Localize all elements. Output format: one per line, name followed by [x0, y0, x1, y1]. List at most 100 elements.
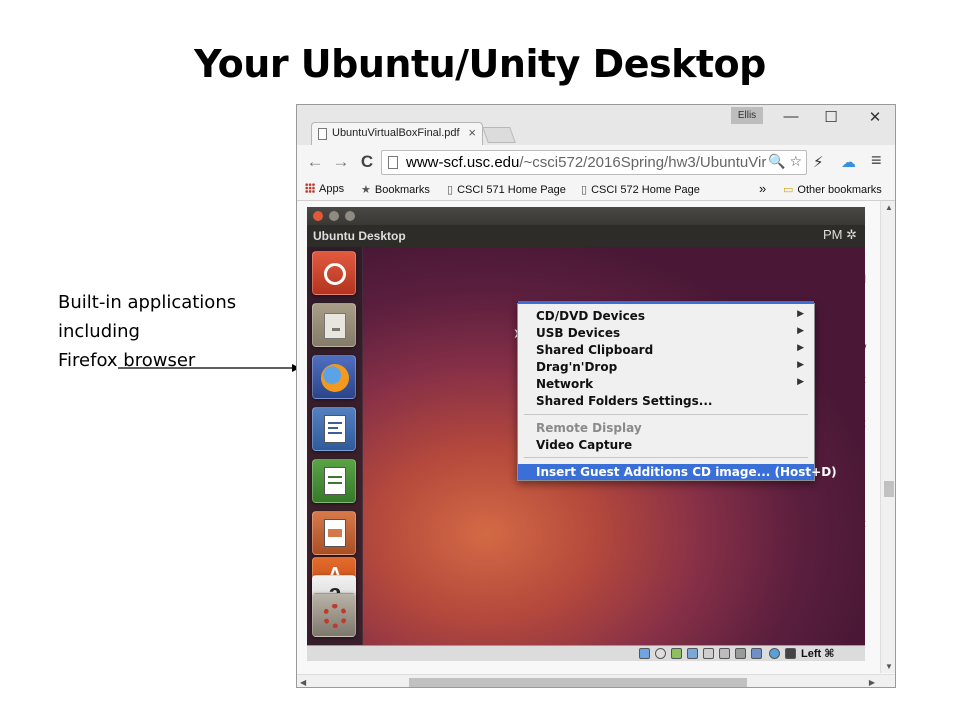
- bookmark-csci571-label: CSCI 571 Home Page: [457, 184, 566, 196]
- menu-item-label: Shared Clipboard: [536, 343, 654, 357]
- cloud-icon[interactable]: ☁: [841, 153, 856, 171]
- files-icon[interactable]: [312, 303, 356, 347]
- bookmark-bookmarks[interactable]: ★ Bookmarks: [361, 183, 430, 196]
- menu-title-highlight: [518, 301, 814, 304]
- callout-line-1: Built-in applications: [58, 292, 237, 313]
- virtualbox-statusbar: Left ⌘: [307, 645, 865, 661]
- menu-item-label: Network: [536, 377, 594, 391]
- bookmark-apps[interactable]: Apps: [305, 183, 344, 195]
- close-window-icon[interactable]: ✕: [865, 108, 885, 126]
- optical-drive-icon[interactable]: [655, 648, 666, 659]
- scroll-down-icon[interactable]: ▼: [885, 662, 893, 671]
- browser-toolbar: ← → C www-scf.usc.edu/~csci572/2016Sprin…: [297, 145, 895, 179]
- menu-item-remote-display: Remote Display: [536, 421, 642, 435]
- bookmarks-overflow-icon[interactable]: »: [759, 181, 766, 196]
- pdf-content-area: I / : : : ▲ ▼ ◀ ▶ Ubuntu Desktop PM ✲: [297, 201, 895, 687]
- scroll-right-icon[interactable]: ▶: [869, 678, 875, 687]
- bookmark-bookmarks-label: Bookmarks: [374, 184, 430, 196]
- document-icon: [318, 128, 327, 140]
- submenu-arrow-icon: ▶: [797, 377, 804, 387]
- menu-separator: [524, 457, 808, 458]
- system-settings-icon[interactable]: [312, 593, 356, 637]
- new-tab-button[interactable]: [482, 127, 516, 143]
- panel-clock-settings[interactable]: PM ✲: [823, 227, 857, 243]
- apps-grid-icon: [305, 183, 315, 193]
- vertical-scrollbar[interactable]: ▲ ▼: [880, 201, 895, 673]
- unity-launcher: A a: [307, 247, 363, 645]
- panel-title: Ubuntu Desktop: [313, 229, 406, 243]
- network-icon[interactable]: [687, 648, 698, 659]
- menu-separator: [524, 414, 808, 415]
- scroll-up-icon[interactable]: ▲: [885, 203, 893, 212]
- tab-close-icon[interactable]: ×: [468, 125, 476, 140]
- page-icon: ▯: [581, 184, 588, 196]
- bookmark-csci572-label: CSCI 572 Home Page: [591, 184, 700, 196]
- hard-disk-icon[interactable]: [639, 648, 650, 659]
- firefox-icon[interactable]: [312, 355, 356, 399]
- tab-title: UbuntuVirtualBoxFinal.pdf: [332, 127, 460, 139]
- address-bar[interactable]: www-scf.usc.edu/~csci572/2016Spring/hw3/…: [381, 150, 807, 175]
- close-dot-icon[interactable]: [313, 211, 323, 221]
- page-icon: [388, 156, 398, 169]
- scroll-left-icon[interactable]: ◀: [300, 678, 306, 687]
- menu-item-network[interactable]: Network ▶: [518, 376, 814, 392]
- usb-icon[interactable]: [703, 648, 714, 659]
- menu-item-cd-dvd-devices[interactable]: CD/DVD Devices ▶: [518, 308, 814, 324]
- bookmark-csci572[interactable]: ▯ CSCI 572 Home Page: [581, 183, 700, 196]
- menu-item-video-capture[interactable]: Video Capture: [518, 437, 814, 453]
- submenu-arrow-icon: ▶: [797, 360, 804, 370]
- url-path: /~csci572/2016Spring/hw3/UbuntuVir: [519, 154, 767, 171]
- folder-icon: ▭: [783, 184, 794, 196]
- virtualization-icon[interactable]: [769, 648, 780, 659]
- vertical-scroll-thumb[interactable]: [884, 481, 894, 497]
- user-profile-badge[interactable]: Ellis: [731, 107, 763, 124]
- callout-line-2: including: [58, 321, 140, 342]
- bookmark-other[interactable]: ▭ Other bookmarks: [783, 183, 882, 196]
- forward-icon[interactable]: →: [331, 152, 351, 172]
- shared-folders-icon[interactable]: [719, 648, 730, 659]
- video-capture-icon[interactable]: [751, 648, 762, 659]
- libreoffice-impress-icon[interactable]: [312, 511, 356, 555]
- omnibox-actions[interactable]: 🔍 ☆: [768, 153, 802, 170]
- maximize-dot-icon[interactable]: [345, 211, 355, 221]
- bookmark-csci571[interactable]: ▯ CSCI 571 Home Page: [447, 183, 566, 196]
- callout-arrow: [118, 364, 300, 372]
- menu-item-label: USB Devices: [536, 326, 621, 340]
- chrome-menu-icon[interactable]: ≡: [871, 150, 882, 171]
- reload-icon[interactable]: C: [357, 152, 377, 172]
- star-icon: ★: [361, 184, 371, 196]
- screenshot-frame: UbuntuVirtualBoxFinal.pdf × Ellis — ☐ ✕ …: [296, 104, 896, 688]
- menu-item-insert-guest-additions[interactable]: Insert Guest Additions CD image... (Host…: [518, 464, 837, 480]
- back-icon[interactable]: ←: [305, 152, 325, 172]
- browser-tab[interactable]: UbuntuVirtualBoxFinal.pdf ×: [311, 122, 483, 145]
- extension-icon[interactable]: ⚡: [813, 153, 824, 171]
- bookmark-apps-label: Apps: [319, 183, 345, 195]
- menu-item-usb-devices[interactable]: USB Devices ▶: [518, 325, 814, 341]
- menu-item-label: CD/DVD Devices: [536, 309, 645, 323]
- audio-icon[interactable]: [671, 648, 682, 659]
- chrome-titlebar: UbuntuVirtualBoxFinal.pdf × Ellis — ☐ ✕: [297, 105, 895, 145]
- submenu-arrow-icon: ▶: [797, 309, 804, 319]
- slide-title: Your Ubuntu/Unity Desktop: [194, 42, 766, 86]
- menu-item-shared-clipboard[interactable]: Shared Clipboard ▶: [518, 342, 814, 358]
- mouse-integration-icon[interactable]: [785, 648, 796, 659]
- bookmark-other-label: Other bookmarks: [797, 184, 882, 196]
- minimize-dot-icon[interactable]: [329, 211, 339, 221]
- submenu-arrow-icon: ▶: [797, 326, 804, 336]
- ubuntu-top-panel: Ubuntu Desktop PM ✲: [307, 225, 865, 247]
- horizontal-scroll-thumb[interactable]: [409, 678, 747, 687]
- bookmarks-bar: Apps ★ Bookmarks ▯ CSCI 571 Home Page ▯ CSC…: [297, 179, 895, 201]
- menu-item-label: Shared Folders Settings...: [536, 394, 713, 408]
- menu-item-drag-n-drop[interactable]: Drag'n'Drop ▶: [518, 359, 814, 375]
- minimize-icon[interactable]: —: [781, 108, 801, 125]
- display-icon[interactable]: [735, 648, 746, 659]
- ubuntu-dash-icon[interactable]: [312, 251, 356, 295]
- virtualbox-devices-menu: CD/DVD Devices ▶ USB Devices ▶ Shared Cl…: [517, 301, 837, 481]
- menu-item-label: Drag'n'Drop: [536, 360, 618, 374]
- vm-titlebar: [307, 207, 865, 225]
- libreoffice-calc-icon[interactable]: [312, 459, 356, 503]
- libreoffice-writer-icon[interactable]: [312, 407, 356, 451]
- maximize-icon[interactable]: ☐: [821, 108, 841, 126]
- menu-item-shared-folders-settings[interactable]: Shared Folders Settings...: [518, 393, 814, 409]
- horizontal-scrollbar[interactable]: ◀ ▶: [297, 674, 895, 687]
